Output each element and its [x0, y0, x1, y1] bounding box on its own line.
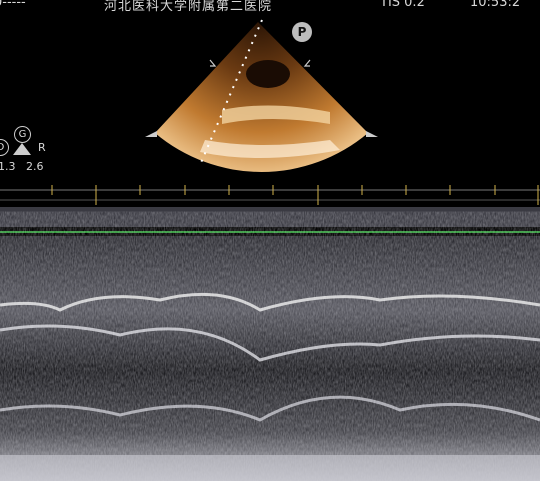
- depth-circle-icon: D: [0, 139, 9, 156]
- sector-edge-marker-right: [366, 131, 378, 137]
- header-bar: 0----- 河北医科大学附属第二医院 TIS 0.2 10:53:2: [0, 0, 540, 14]
- time-ruler: [0, 185, 540, 233]
- gain-circle-icon: G: [14, 126, 31, 143]
- gain-widget: G D R 1.3 2.6: [0, 125, 60, 180]
- hospital-name: 河北医科大学附属第二医院: [104, 0, 273, 14]
- tis-index: TIS 0.2: [380, 0, 425, 10]
- gain-right-value: 2.6: [26, 160, 44, 173]
- probe-orientation-badge: P: [292, 22, 312, 42]
- echo-sector: [155, 22, 368, 172]
- triangle-icon: [13, 143, 31, 155]
- patient-id-text: 0-----: [0, 0, 26, 10]
- ultrasound-image: [0, 19, 540, 481]
- r-label: R: [38, 141, 46, 154]
- focus-marker-left: [209, 59, 217, 67]
- clock-time: 10:53:2: [470, 0, 521, 10]
- sector-edge-marker-left: [145, 131, 157, 137]
- gain-left-value: 1.3: [0, 160, 16, 173]
- focus-marker-right: [303, 59, 311, 67]
- m-mode-trace: [0, 236, 540, 481]
